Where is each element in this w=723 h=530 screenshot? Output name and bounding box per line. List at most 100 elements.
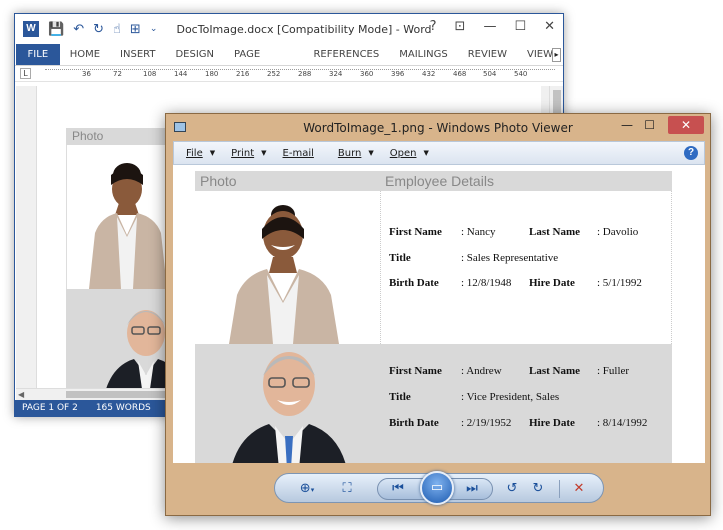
- birth-date-label: Birth Date: [389, 417, 439, 429]
- menu-email-label: E-mail: [282, 147, 314, 159]
- menu-print-label: Print: [231, 147, 255, 159]
- close-button[interactable]: ✕: [668, 116, 704, 134]
- help-button[interactable]: ?: [430, 19, 437, 34]
- birth-date-label: Birth Date: [389, 277, 439, 289]
- word-window-controls: ? ⊡ — ☐ ✕: [430, 19, 555, 34]
- help-icon[interactable]: ?: [684, 146, 698, 160]
- minimize-button[interactable]: —: [483, 19, 496, 34]
- ruler-tick: 252: [267, 70, 281, 78]
- last-name-label: Last Name: [529, 226, 581, 238]
- ruler-tick: 360: [360, 70, 374, 78]
- last-name-value: : Fuller: [597, 365, 630, 377]
- menu-open[interactable]: Open ▼: [378, 148, 433, 159]
- hire-date-value: : 5/1/1992: [597, 277, 642, 289]
- tab-review[interactable]: REVIEW: [458, 44, 517, 65]
- tab-mailings[interactable]: MAILINGS: [389, 44, 458, 65]
- menu-open-label: Open: [389, 147, 417, 159]
- menu-email[interactable]: E-mail: [271, 148, 318, 159]
- viewer-toolbar: ⊕▾ ⛶ ⏮ ⏭ ▭ ↺ ↻ ✕: [274, 471, 604, 505]
- tab-design[interactable]: DESIGN: [165, 44, 224, 65]
- chevron-down-icon: ▼: [423, 149, 429, 157]
- birth-date-value: : 12/8/1948: [461, 277, 512, 289]
- column-divider: [380, 191, 381, 344]
- viewer-menu-bar: File ▼ Print ▼ E-mail Burn ▼ Open ▼ ?: [173, 141, 705, 165]
- title-label: Title: [389, 252, 411, 264]
- table-row: [66, 145, 176, 289]
- ruler-tick: 72: [113, 70, 122, 78]
- ruler-tick: 468: [453, 70, 467, 78]
- toolbar-divider: [559, 480, 560, 498]
- employee-photo-2: [106, 310, 184, 389]
- viewer-titlebar: WordToImage_1.png - Windows Photo Viewer…: [166, 114, 710, 141]
- header-employee-details: Employee Details: [385, 173, 494, 189]
- title-value: : Sales Representative: [461, 252, 559, 264]
- menu-print[interactable]: Print ▼: [219, 148, 270, 159]
- scrollbar-thumb[interactable]: [66, 391, 166, 398]
- hire-date-label: Hire Date: [529, 417, 575, 429]
- page-count[interactable]: PAGE 1 OF 2: [22, 400, 78, 416]
- zoom-icon[interactable]: ⊕▾: [293, 479, 321, 499]
- minimize-button[interactable]: —: [621, 118, 633, 132]
- scroll-left-icon[interactable]: ◀: [18, 390, 24, 399]
- delete-icon[interactable]: ✕: [569, 479, 589, 499]
- menu-file[interactable]: File ▼: [174, 148, 219, 159]
- ruler-tick: 36: [82, 70, 91, 78]
- ruler-tick: 432: [422, 70, 436, 78]
- employee-row: First Name : Nancy Last Name : Davolio T…: [195, 191, 672, 344]
- tab-selector-icon[interactable]: L: [20, 68, 31, 79]
- birth-date-value: : 2/19/1952: [461, 417, 512, 429]
- employee-photo-2: [232, 352, 346, 463]
- actual-size-icon[interactable]: ⛶: [337, 479, 357, 499]
- title-value: : Vice President, Sales: [461, 391, 560, 403]
- first-name-label: First Name: [389, 365, 442, 377]
- chevron-down-icon: ▼: [261, 149, 267, 157]
- table-header-photo: Photo: [66, 128, 176, 145]
- employee-details: First Name : Nancy Last Name : Davolio T…: [389, 191, 659, 344]
- title-label: Title: [389, 391, 411, 403]
- maximize-button[interactable]: ☐: [644, 118, 655, 132]
- hire-date-value: : 8/14/1992: [597, 417, 648, 429]
- horizontal-ruler: L 36 72 108 144 180 216 252 288 324 360 …: [15, 66, 563, 82]
- first-name-value: : Nancy: [461, 226, 496, 238]
- photo-viewer-window: WordToImage_1.png - Windows Photo Viewer…: [165, 113, 711, 516]
- ruler-tick: 288: [298, 70, 312, 78]
- ruler-tick: 396: [391, 70, 405, 78]
- ruler-tick: 180: [205, 70, 219, 78]
- rotate-left-icon[interactable]: ↺: [503, 479, 521, 499]
- ruler-tick: 144: [174, 70, 188, 78]
- employee-details: First Name : Andrew Last Name : Fuller T…: [389, 344, 659, 463]
- next-icon[interactable]: ⏭: [462, 479, 482, 499]
- slideshow-icon[interactable]: ▭: [420, 471, 454, 505]
- tab-page-layout[interactable]: PAGE LAYOUT: [224, 44, 303, 82]
- tab-file[interactable]: FILE: [16, 44, 60, 65]
- hire-date-label: Hire Date: [529, 277, 575, 289]
- tab-home[interactable]: HOME: [60, 44, 110, 65]
- first-name-label: First Name: [389, 226, 442, 238]
- image-table-header: Photo Employee Details: [195, 171, 672, 191]
- header-photo: Photo: [200, 173, 237, 189]
- image-canvas[interactable]: Photo Employee Details First Name: Nanc…: [173, 165, 705, 463]
- employee-photo-1: [89, 163, 167, 289]
- table-row: [66, 289, 184, 389]
- ribbon-display-button[interactable]: ⊡: [455, 19, 466, 34]
- chevron-down-icon: ▼: [368, 149, 374, 157]
- word-count[interactable]: 165 WORDS: [96, 400, 151, 416]
- ruler-tick: 108: [143, 70, 157, 78]
- first-name-value: : Andrew: [461, 365, 502, 377]
- tab-references[interactable]: REFERENCES: [303, 44, 389, 65]
- last-name-label: Last Name: [529, 365, 581, 377]
- previous-icon[interactable]: ⏮: [388, 479, 408, 499]
- ribbon-tabs: FILE HOME INSERT DESIGN PAGE LAYOUT REFE…: [15, 44, 563, 82]
- maximize-button[interactable]: ☐: [514, 19, 526, 34]
- close-button[interactable]: ✕: [544, 19, 555, 34]
- tab-insert[interactable]: INSERT: [110, 44, 165, 65]
- menu-burn[interactable]: Burn ▼: [318, 148, 378, 159]
- ribbon-scroll-right-icon[interactable]: ▸: [552, 48, 561, 62]
- menu-file-label: File: [186, 147, 203, 159]
- word-titlebar: W 💾 ↶ ↻ ☝ ⊞ ⌄ DocToImage.docx [Compatibi…: [15, 14, 563, 44]
- ruler-tick: 216: [236, 70, 250, 78]
- menu-burn-label: Burn: [337, 147, 362, 159]
- ruler-tick: 324: [329, 70, 343, 78]
- rotate-right-icon[interactable]: ↻: [529, 479, 547, 499]
- ruler-tick: 540: [514, 70, 528, 78]
